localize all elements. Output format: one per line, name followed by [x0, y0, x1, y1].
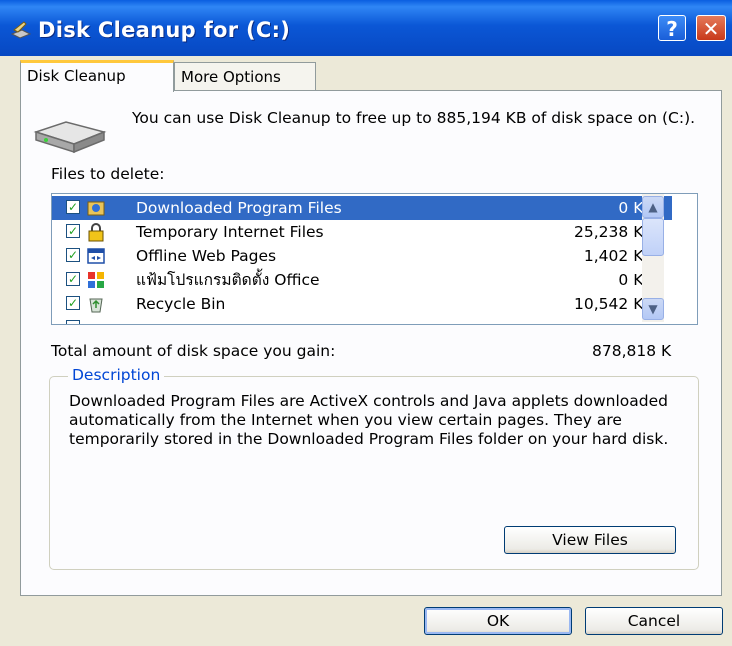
list-item[interactable]: ✓ Recycle Bin 10,542 KB	[52, 292, 672, 316]
close-button[interactable]: ✕	[696, 15, 726, 41]
program-files-icon	[87, 201, 105, 216]
checkbox[interactable]: ✓	[66, 272, 80, 286]
description-legend: Description	[68, 366, 165, 384]
item-name: Downloaded Program Files	[136, 199, 342, 217]
cancel-button[interactable]: Cancel	[585, 607, 723, 635]
ok-button[interactable]: OK	[424, 607, 572, 635]
list-item[interactable]: ✓ Offline Web Pages 1,402 KB	[52, 244, 672, 268]
files-list[interactable]: ✓ Downloaded Program Files 0 KB ✓ Tempor…	[51, 193, 698, 325]
item-name: Temporary Internet Files	[136, 223, 324, 241]
checkbox[interactable]: ✓	[66, 200, 80, 214]
item-name: Offline Web Pages	[136, 247, 277, 265]
item-name: Recycle Bin	[136, 295, 226, 313]
scroll-down-icon[interactable]: ▼	[642, 298, 664, 320]
list-item[interactable]	[52, 316, 672, 324]
item-name: แฟ้มโปรแกรมติดตั้ง Office	[136, 271, 320, 289]
files-to-delete-label: Files to delete:	[51, 165, 165, 183]
checkbox[interactable]	[66, 320, 80, 324]
office-icon	[88, 272, 104, 288]
window-title: Disk Cleanup for (C:)	[38, 18, 291, 42]
checkbox[interactable]: ✓	[66, 248, 80, 262]
scroll-thumb[interactable]	[642, 218, 664, 256]
recycle-bin-icon	[89, 298, 103, 313]
list-scrollbar[interactable]: ▲ ▼	[642, 194, 664, 322]
scroll-up-icon[interactable]: ▲	[642, 196, 664, 218]
checkbox[interactable]: ✓	[66, 224, 80, 238]
list-item[interactable]: ✓ Downloaded Program Files 0 KB	[52, 196, 672, 220]
view-files-button[interactable]: View Files	[504, 526, 676, 554]
disk-cleanup-window: Disk Cleanup for (C:) ? ✕ Disk Cleanup M…	[0, 0, 732, 646]
hard-disk-icon	[33, 121, 107, 154]
list-item[interactable]: ✓ Temporary Internet Files 25,238 KB	[52, 220, 672, 244]
web-pages-icon	[87, 248, 105, 264]
info-text: You can use Disk Cleanup to free up to 8…	[132, 109, 696, 127]
total-label: Total amount of disk space you gain:	[51, 342, 336, 360]
tab-disk-cleanup[interactable]: Disk Cleanup	[20, 60, 174, 92]
disk-cleanup-icon	[10, 21, 32, 39]
checkbox[interactable]: ✓	[66, 296, 80, 310]
lock-icon	[88, 223, 104, 242]
title-bar[interactable]: Disk Cleanup for (C:) ? ✕	[0, 0, 732, 56]
list-item[interactable]: ✓ แฟ้มโปรแกรมติดตั้ง Office 0 KB	[52, 268, 672, 292]
help-button[interactable]: ?	[658, 15, 686, 41]
description-text: Downloaded Program Files are ActiveX con…	[69, 392, 669, 448]
tab-more-options[interactable]: More Options	[174, 62, 316, 90]
total-value: 878,818 K	[592, 342, 672, 360]
